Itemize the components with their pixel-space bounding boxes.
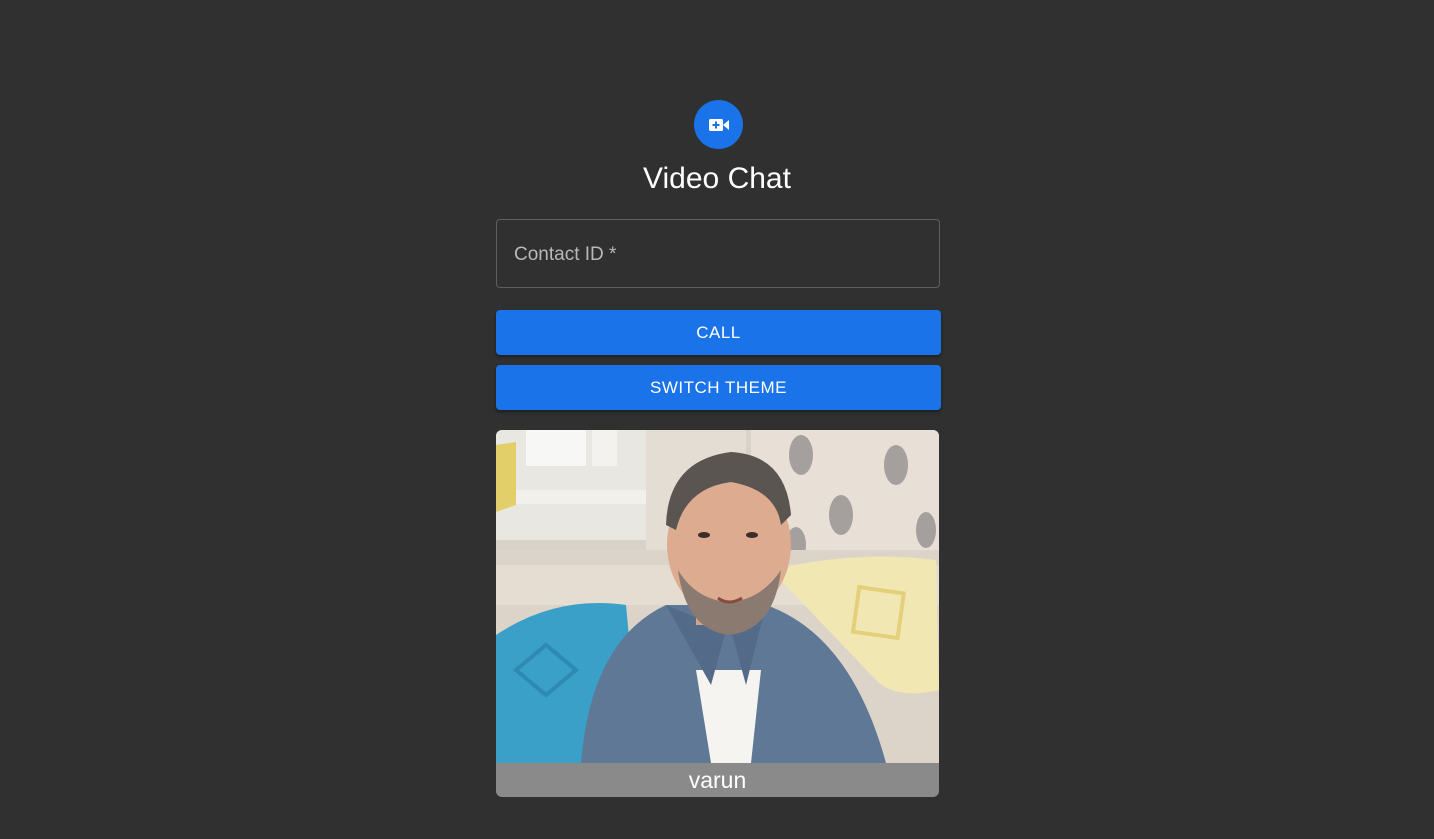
app-root: Video Chat Contact ID * CALL SWITCH THEM… — [0, 0, 1434, 839]
video-tile: varun — [496, 430, 939, 797]
participant-name: varun — [496, 763, 939, 797]
page-title: Video Chat — [643, 162, 791, 195]
contact-id-field[interactable]: Contact ID * — [496, 219, 940, 288]
call-button[interactable]: CALL — [496, 310, 941, 355]
video-camera-icon — [708, 118, 729, 131]
video-feed — [496, 430, 939, 763]
contact-id-input[interactable] — [497, 220, 939, 287]
switch-theme-button[interactable]: SWITCH THEME — [496, 365, 941, 410]
video-call-icon — [694, 100, 743, 149]
